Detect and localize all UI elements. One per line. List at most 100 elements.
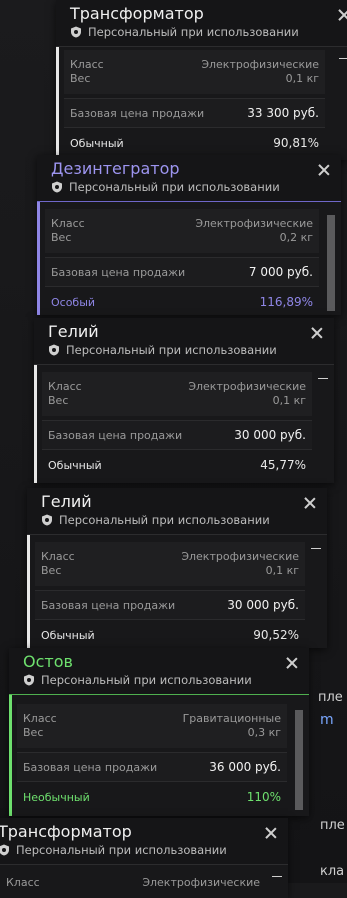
subtitle-text: Персональный при использовании bbox=[69, 180, 280, 194]
price-label: Базовая цена продажи bbox=[51, 266, 186, 279]
scrollbar-cap bbox=[311, 548, 321, 549]
scrollbar[interactable] bbox=[327, 215, 335, 311]
weight-value: 0,3 кг bbox=[247, 726, 281, 739]
quality-label: Обычный bbox=[41, 629, 95, 642]
close-icon[interactable] bbox=[310, 326, 324, 340]
price-value: 30 000 руб. bbox=[227, 598, 299, 612]
item-title: Трансформатор bbox=[0, 822, 132, 841]
item-title: Трансформатор bbox=[70, 4, 204, 23]
price-label: Базовая цена продажи bbox=[70, 107, 205, 120]
weight-label: Вес bbox=[48, 394, 69, 407]
price-value: 36 000 руб. bbox=[209, 760, 281, 774]
card-header: Трансформатор Персональный при использов… bbox=[56, 0, 347, 47]
card-body: Класс Гравитационные Вес 0,3 кг Базовая … bbox=[17, 698, 287, 816]
item-subtitle: Персональный при использовании bbox=[23, 673, 252, 687]
shield-icon bbox=[24, 674, 34, 686]
quality-row: Необычный 110% bbox=[17, 786, 287, 808]
scrollbar-thumb[interactable] bbox=[295, 710, 303, 810]
quality-value: 116,89% bbox=[259, 295, 313, 309]
card-body: Класс Электрофизические Вес 0,1 кг Базов… bbox=[35, 538, 305, 648]
price-row: Базовая цена продажи 30 000 руб. bbox=[42, 420, 312, 450]
class-label: Класс bbox=[51, 217, 85, 230]
class-label: Класс bbox=[48, 380, 82, 393]
class-value: Электрофизические bbox=[188, 380, 306, 393]
item-card: Остов Персональный при использовании Кла… bbox=[9, 648, 309, 816]
quality-row: Особый 116,89% bbox=[45, 291, 319, 313]
item-card: Гелий Персональный при использовании Кла… bbox=[34, 318, 334, 483]
item-subtitle: Персональный при использовании bbox=[51, 180, 280, 194]
scrollbar-cap bbox=[318, 378, 328, 379]
card-header: Гелий Персональный при использовании bbox=[34, 318, 334, 365]
quality-value: 90,52% bbox=[253, 628, 299, 642]
quality-label: Особый bbox=[51, 296, 96, 309]
price-label: Базовая цена продажи bbox=[41, 599, 176, 612]
subtitle-text: Персональный при использовании bbox=[66, 343, 277, 357]
class-value: Электрофизические bbox=[181, 550, 299, 563]
item-subtitle: Персональный при использовании bbox=[48, 343, 277, 357]
quality-label: Необычный bbox=[23, 791, 90, 804]
side-fragment-4: кла bbox=[320, 864, 345, 879]
price-label: Базовая цена продажи bbox=[23, 761, 158, 774]
scrollbar-cap bbox=[272, 876, 282, 877]
price-row: Базовая цена продажи 30 000 руб. bbox=[35, 590, 305, 620]
close-icon[interactable] bbox=[264, 826, 278, 840]
shield-icon bbox=[49, 344, 59, 356]
price-value: 30 000 руб. bbox=[234, 428, 306, 442]
item-card: Трансформатор Персональный при использов… bbox=[56, 0, 347, 160]
card-body: Класс Электрофизические bbox=[0, 868, 266, 898]
weight-label: Вес bbox=[70, 72, 91, 85]
shield-icon bbox=[71, 26, 81, 38]
card-body: Класс Электрофизические Вес 0,1 кг Базов… bbox=[42, 368, 312, 483]
quality-value: 110% bbox=[246, 790, 281, 804]
quality-value: 90,81% bbox=[273, 136, 319, 150]
weight-value: 0,1 кг bbox=[265, 564, 299, 577]
subtitle-text: Персональный при использовании bbox=[59, 513, 270, 527]
weight-value: 0,1 кг bbox=[285, 72, 319, 85]
item-card: Гелий Персональный при использовании Кла… bbox=[27, 488, 327, 648]
shield-icon bbox=[42, 514, 52, 526]
card-header: Дезинтегратор Персональный при использов… bbox=[37, 155, 341, 202]
quality-value: 45,77% bbox=[260, 458, 306, 472]
item-card: Дезинтегратор Персональный при использов… bbox=[37, 155, 341, 315]
shield-icon bbox=[0, 844, 9, 856]
quality-label: Обычный bbox=[48, 459, 102, 472]
weight-label: Вес bbox=[51, 231, 72, 244]
class-label: Класс bbox=[41, 550, 75, 563]
item-subtitle: Персональный при использовании bbox=[70, 25, 299, 39]
card-body: Класс Электрофизические Вес 0,1 кг Базов… bbox=[64, 50, 325, 160]
item-subtitle: Персональный при использовании bbox=[41, 513, 270, 527]
scrollbar-thumb[interactable] bbox=[327, 215, 335, 311]
close-icon[interactable] bbox=[337, 8, 347, 22]
item-card: Трансформатор Персональный при использов… bbox=[0, 818, 288, 898]
side-fragment-3: пле bbox=[320, 818, 345, 833]
info-panel bbox=[42, 372, 312, 416]
price-row: Базовая цена продажи 33 300 руб. bbox=[64, 98, 325, 128]
item-title: Гелий bbox=[41, 492, 92, 511]
card-header: Остов Персональный при использовании bbox=[9, 648, 309, 695]
close-icon[interactable] bbox=[317, 163, 331, 177]
close-icon[interactable] bbox=[285, 656, 299, 670]
subtitle-text: Персональный при использовании bbox=[88, 25, 299, 39]
info-panel bbox=[17, 704, 287, 748]
class-value: Электрофизические bbox=[201, 58, 319, 71]
class-value: Гравитационные bbox=[182, 712, 281, 725]
price-row: Базовая цена продажи 36 000 руб. bbox=[17, 752, 287, 782]
class-value: Электрофизические bbox=[195, 217, 313, 230]
scrollbar[interactable] bbox=[295, 710, 303, 810]
weight-label: Вес bbox=[41, 564, 62, 577]
shield-icon bbox=[52, 181, 62, 193]
weight-label: Вес bbox=[23, 726, 44, 739]
subtitle-text: Персональный при использовании bbox=[41, 673, 252, 687]
item-subtitle: Персональный при использовании bbox=[0, 843, 227, 857]
quality-label: Обычный bbox=[70, 137, 124, 150]
quality-row: Обычный 90,81% bbox=[64, 132, 325, 154]
price-label: Базовая цена продажи bbox=[48, 429, 183, 442]
quality-row: Обычный 90,52% bbox=[35, 624, 305, 646]
close-icon[interactable] bbox=[303, 496, 317, 510]
weight-value: 0,2 кг bbox=[279, 231, 313, 244]
price-value: 7 000 руб. bbox=[248, 265, 313, 279]
subtitle-text: Персональный при использовании bbox=[16, 843, 227, 857]
info-panel bbox=[45, 209, 319, 253]
item-title: Гелий bbox=[48, 322, 99, 341]
weight-value: 0,1 кг bbox=[272, 394, 306, 407]
